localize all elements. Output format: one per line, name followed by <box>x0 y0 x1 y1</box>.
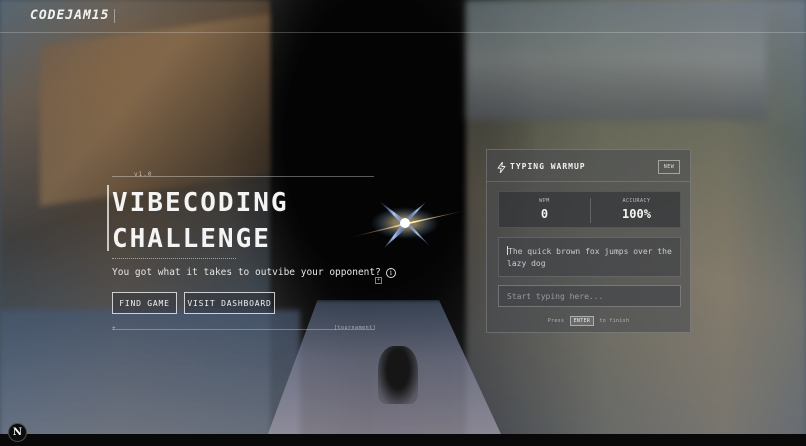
hero-title: VIBECODING CHALLENGE <box>112 185 289 257</box>
wpm-stat: WPM 0 <box>499 192 590 229</box>
bottom-plus-marker: + <box>112 325 116 332</box>
hero-title-line-2: CHALLENGE <box>112 224 271 254</box>
logo-divider <box>114 9 115 23</box>
accuracy-value: 100% <box>622 207 651 221</box>
find-game-button[interactable]: FIND GAME <box>112 292 177 314</box>
background-floor-left <box>0 310 300 446</box>
bolt-icon <box>497 162 506 173</box>
panel-header: TYPING WARMUP NEW <box>487 150 690 182</box>
enter-key-badge: ENTER <box>569 316 595 326</box>
hint-after: to finish <box>599 318 630 324</box>
small-square-icon: + <box>375 277 382 284</box>
typing-input[interactable] <box>498 285 681 307</box>
site-logo[interactable]: CODEJAM15 <box>30 8 109 23</box>
new-text-button[interactable]: NEW <box>658 160 680 174</box>
hero-title-line-1: VIBECODING <box>112 188 289 218</box>
stats-box: WPM 0 ACCURACY 100% <box>498 191 681 228</box>
typing-prompt: The quick brown fox jumps over the lazy … <box>498 237 681 277</box>
prompt-text: The quick brown fox jumps over the lazy … <box>507 247 672 268</box>
top-header: CODEJAM15 <box>0 0 806 33</box>
hero-tagline: You got what it takes to outvibe your op… <box>112 267 396 278</box>
background-bottom-bar <box>0 434 806 446</box>
panel-title: TYPING WARMUP <box>510 162 586 171</box>
version-label: v1.0 <box>134 171 153 178</box>
info-icon[interactable]: i <box>385 267 396 278</box>
framework-badge[interactable]: N <box>8 423 27 442</box>
bottom-rule-label: [tournament] <box>334 325 377 331</box>
visit-dashboard-button[interactable]: VISIT DASHBOARD <box>184 292 275 314</box>
wpm-value: 0 <box>540 207 549 221</box>
finish-hint: Press ENTER to finish <box>487 316 690 326</box>
background-floor <box>263 300 507 446</box>
sparkle-star-icon <box>348 200 468 248</box>
accuracy-stat: ACCURACY 100% <box>591 192 682 229</box>
accuracy-label: ACCURACY <box>622 198 651 204</box>
dotted-separator <box>112 258 236 259</box>
background-figure <box>378 346 418 404</box>
typing-warmup-panel: TYPING WARMUP NEW WPM 0 ACCURACY 100% Th… <box>486 149 691 333</box>
wpm-label: WPM <box>539 198 550 204</box>
title-accent-bar <box>107 185 109 251</box>
hint-before: Press <box>547 318 565 324</box>
tagline-text: You got what it takes to outvibe your op… <box>112 267 381 278</box>
